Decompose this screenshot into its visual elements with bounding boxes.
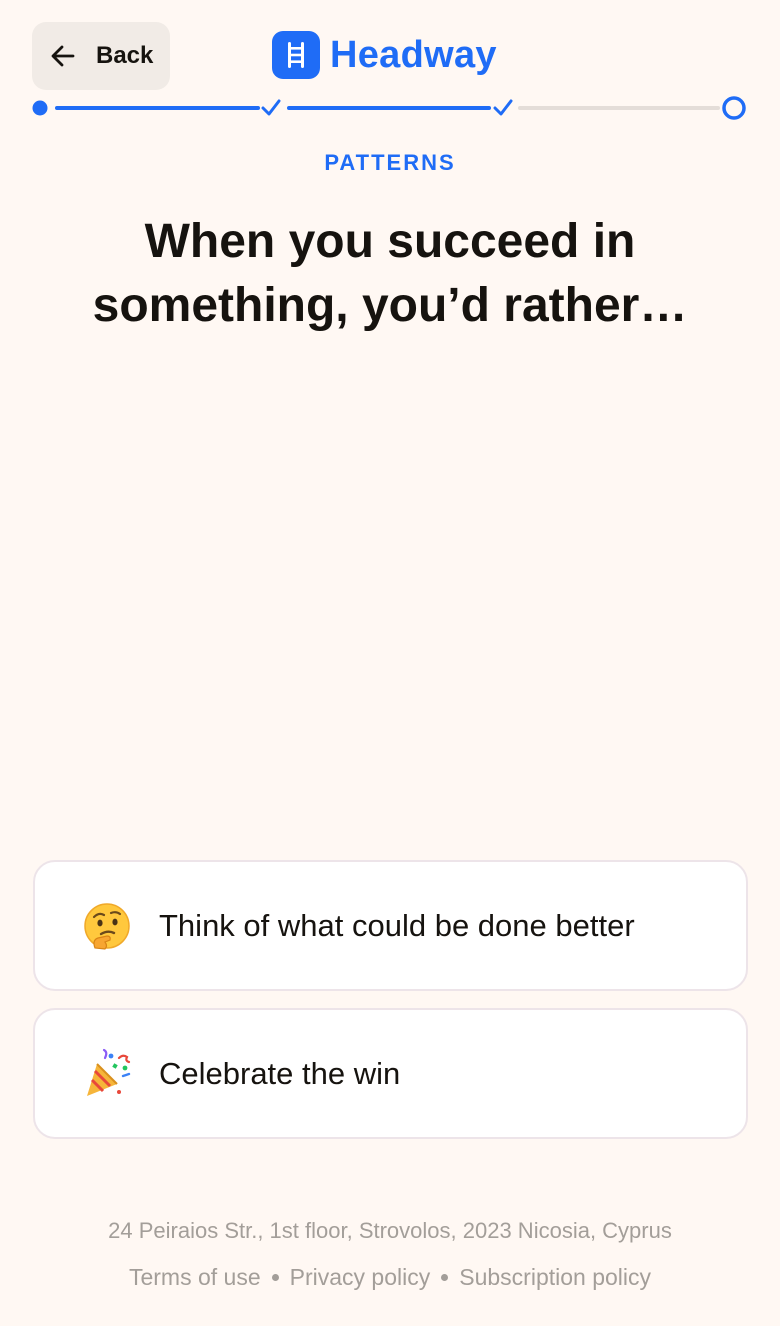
brand-name: Headway (330, 33, 497, 76)
checkmark-icon (261, 99, 281, 116)
brand-logo: Headway (272, 30, 497, 80)
subscription-policy-link[interactable]: Subscription policy (459, 1264, 651, 1291)
arrow-left-icon (48, 41, 78, 71)
progress-bar (32, 96, 746, 120)
question-category: PATTERNS (324, 150, 456, 175)
company-address: 24 Peiraios Str., 1st floor, Strovolos, … (108, 1218, 672, 1243)
option-label: Think of what could be done better (159, 907, 635, 943)
thinking-face-icon (81, 900, 133, 952)
option-label: Celebrate the win (159, 1055, 401, 1091)
option-celebrate[interactable]: Celebrate the win (33, 1008, 748, 1139)
party-popper-icon (81, 1048, 133, 1100)
terms-of-use-link[interactable]: Terms of use (129, 1264, 261, 1291)
footer-links: Terms of use Privacy policy Subscription… (0, 1264, 780, 1291)
back-button[interactable]: Back (32, 22, 170, 90)
option-think-better[interactable]: Think of what could be done better (33, 860, 748, 991)
progress-step-1-dot (32, 100, 48, 116)
separator-dot (271, 1274, 279, 1281)
progress-current-step (722, 96, 746, 120)
question-line-2: something, you’d rather… (92, 279, 688, 332)
question-title: When you succeed in something, you’d rat… (40, 210, 740, 338)
separator-dot (441, 1274, 449, 1281)
privacy-policy-link[interactable]: Privacy policy (290, 1264, 431, 1291)
ladder-icon (272, 31, 320, 79)
question-line-1: When you succeed in (144, 215, 636, 268)
checkmark-icon (493, 99, 513, 116)
back-label: Back (96, 42, 154, 69)
